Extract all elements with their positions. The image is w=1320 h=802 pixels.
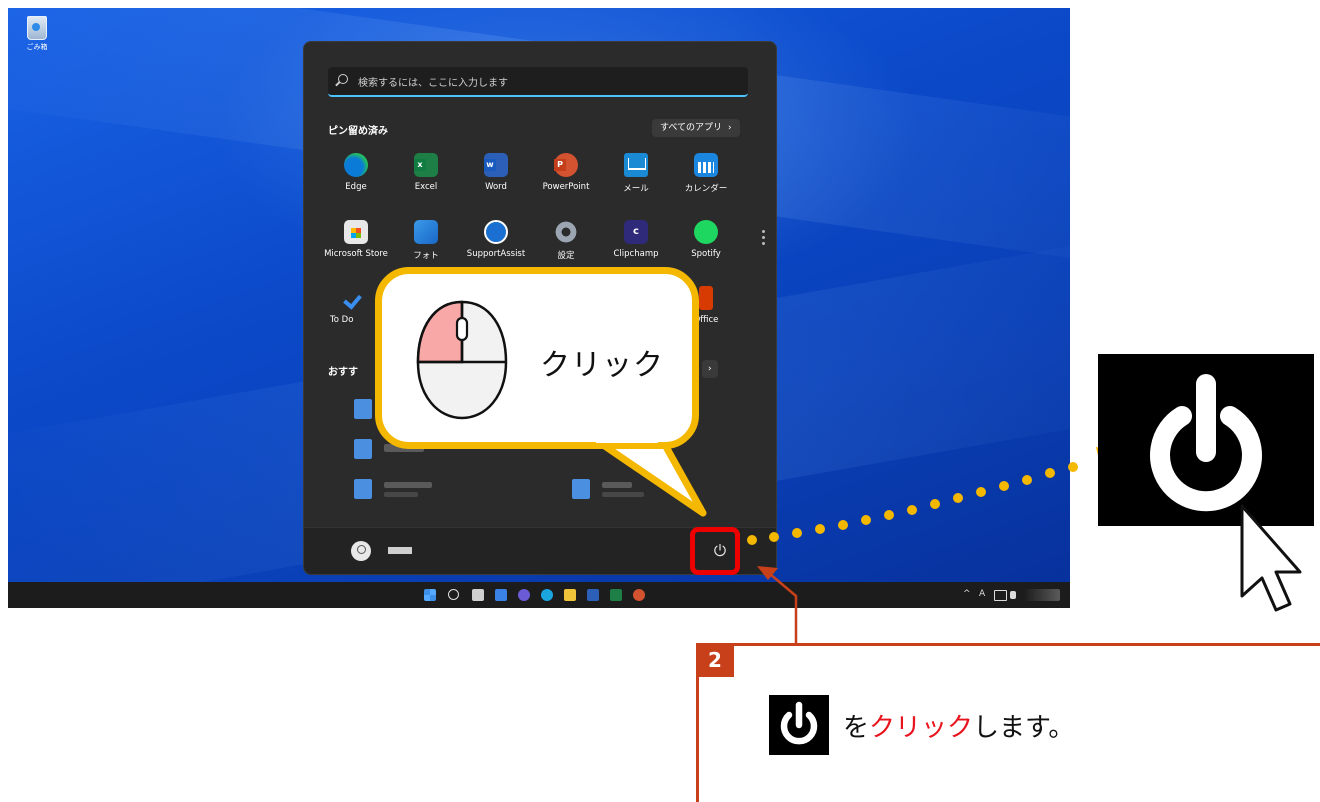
step-number: 2 bbox=[696, 643, 734, 677]
dotted-leader bbox=[747, 447, 1137, 545]
power-icon-step bbox=[769, 695, 829, 755]
bubble-tail-join bbox=[596, 434, 658, 443]
mouse-icon bbox=[416, 300, 508, 420]
callout-bubble: クリック bbox=[375, 267, 699, 449]
step-text-suffix: します。 bbox=[973, 713, 1075, 743]
step-text-highlight: クリック bbox=[869, 713, 974, 743]
step-connector-line bbox=[769, 573, 798, 645]
callout-text: クリック bbox=[540, 348, 664, 383]
step-instruction: をクリックします。 bbox=[843, 707, 1074, 744]
step-text-prefix: を bbox=[843, 713, 870, 743]
cursor-arrow-icon bbox=[1240, 504, 1302, 612]
